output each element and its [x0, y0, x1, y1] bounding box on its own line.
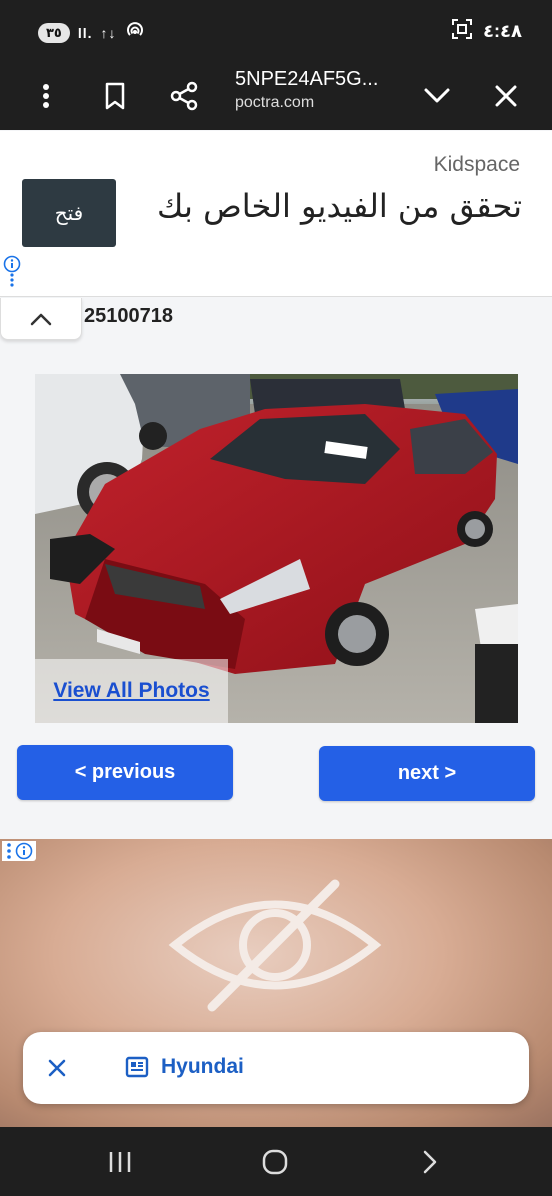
home-icon[interactable] — [255, 1145, 295, 1179]
previous-button[interactable]: < previous — [17, 745, 233, 800]
battery-indicator: ٣٥ — [38, 22, 70, 43]
browser-toolbar: 5NPE24AF5G... poctra.com — [0, 62, 552, 130]
ad-open-button[interactable]: فتح — [22, 179, 116, 247]
status-right: ٤:٤٨ — [451, 18, 522, 45]
ad-info-badge[interactable] — [2, 841, 36, 861]
screenshot-icon — [451, 18, 473, 45]
clock: ٤:٤٨ — [483, 21, 522, 41]
close-icon[interactable] — [484, 74, 528, 118]
ad-banner-top[interactable]: Kidspace تحقق من الفيديو الخاص بك فتح — [0, 131, 552, 297]
page-title: 5NPE24AF5G... — [235, 68, 379, 90]
view-all-photos-link[interactable]: View All Photos — [53, 679, 209, 703]
status-left: ٣٥ ll. ↑↓ — [38, 20, 145, 45]
snackbar: Hyundai — [23, 1032, 529, 1104]
next-button[interactable]: next > — [319, 746, 535, 801]
signal-indicator: ll. — [77, 24, 93, 41]
article-icon — [125, 1056, 149, 1083]
bookmark-icon[interactable] — [93, 74, 137, 118]
chevron-up-icon — [30, 313, 52, 325]
info-icon — [15, 842, 33, 860]
ad-options-icon — [7, 843, 11, 859]
collapse-ad-button[interactable] — [0, 298, 82, 340]
lot-number: 25100718 — [84, 305, 173, 327]
ad-brand: Kidspace — [433, 153, 520, 176]
network-indicator: ↑↓ — [100, 24, 117, 41]
recent-apps-icon[interactable] — [100, 1145, 140, 1179]
ad-headline: تحقق من الفيديو الخاص بك — [157, 187, 522, 225]
chevron-down-icon[interactable] — [415, 74, 459, 118]
page-url: poctra.com — [235, 94, 315, 111]
share-icon[interactable] — [162, 74, 206, 118]
hotspot-icon — [125, 20, 145, 45]
back-icon[interactable] — [410, 1145, 450, 1179]
snackbar-close-icon[interactable] — [41, 1052, 73, 1084]
status-bar: ٣٥ ll. ↑↓ ٤:٤٨ — [0, 0, 552, 62]
view-all-photos-overlay[interactable]: View All Photos — [35, 659, 228, 723]
ad-info-icon[interactable] — [2, 255, 22, 294]
system-nav-bar — [0, 1127, 552, 1196]
snackbar-label[interactable]: Hyundai — [161, 1055, 244, 1079]
more-vert-icon[interactable] — [24, 74, 68, 118]
